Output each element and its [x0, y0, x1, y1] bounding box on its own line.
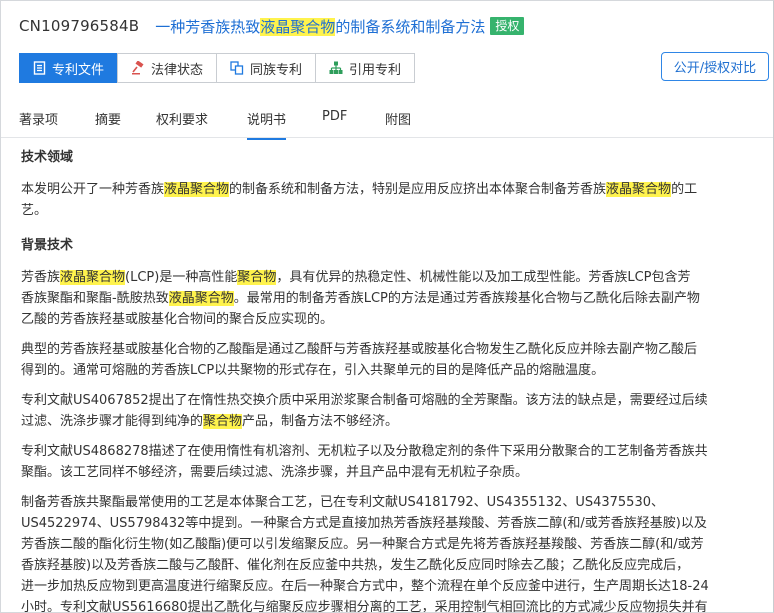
tab-abstract[interactable]: 摘要 — [95, 109, 121, 128]
text: 芳香族 — [21, 270, 61, 285]
tab-label: 引用专利 — [349, 62, 402, 78]
tab-description[interactable]: 说明书 — [247, 109, 287, 140]
tab-cited-patents[interactable]: 引用专利 — [315, 53, 416, 83]
patent-number: CN109796584B — [19, 17, 140, 35]
text: US4522974、US5798432等中提到。一种聚合方式是直接加热芳香族羟基… — [21, 516, 707, 531]
title-text: 的制备系统和制备方法 — [335, 17, 486, 36]
text: 制备芳香族共聚酯最常使用的工艺是本体聚合工艺，已在专利文献US4181792、U… — [21, 495, 664, 510]
text: 本发明公开了一种芳香族 — [21, 182, 165, 197]
document-icon — [33, 61, 46, 75]
highlight: 液晶聚合物 — [60, 270, 126, 285]
paragraph: 制备芳香族共聚酯最常使用的工艺是本体聚合工艺，已在专利文献US4181792、U… — [21, 492, 755, 613]
tab-family-patents[interactable]: 同族专利 — [216, 53, 317, 83]
text: 香族羟基胺)以及芳香族二酸与乙酸酐、催化剂在反应釜中共热，发生乙酰化反应同时除去… — [21, 558, 690, 573]
text: 香族聚酯和聚酯-酰胺热致 — [21, 291, 169, 306]
tab-patent-document[interactable]: 专利文件 — [19, 53, 119, 83]
tab-drawings[interactable]: 附图 — [385, 109, 411, 128]
text: 艺。 — [21, 203, 48, 218]
text: 典型的芳香族羟基或胺基化合物的乙酸酯是通过乙酸酐与芳香族羟基或胺基化合物发生乙酰… — [21, 342, 698, 357]
patent-title[interactable]: 一种芳香族热致液晶聚合物的制备系统和制备方法 — [155, 16, 485, 37]
patent-viewer: CN109796584B 一种芳香族热致液晶聚合物的制备系统和制备方法 授权 专… — [0, 0, 774, 613]
nav-tabs: 专利文件 法律状态 同族专利 引用专利 — [19, 53, 416, 83]
highlight: 液晶聚合物 — [168, 291, 234, 306]
text: 进一步加热反应物到更高温度进行缩聚反应。在后一种聚合方式中，整个流程在单个反应釜… — [21, 579, 709, 594]
text: 专利文献US4067852提出了在惰性热交换介质中采用淤浆聚合制备可熔融的全芳聚… — [21, 393, 708, 408]
text: 过滤、洗涤步骤才能得到纯净的 — [21, 414, 204, 429]
paragraph: 专利文献US4868278描述了在使用惰性有机溶剂、无机粒子以及分散稳定剂的条件… — [21, 441, 755, 483]
text: 的工 — [671, 182, 698, 197]
title-highlight: 液晶聚合物 — [260, 17, 336, 36]
tab-pdf[interactable]: PDF — [322, 109, 347, 124]
highlight: 聚合物 — [203, 414, 243, 429]
tab-bibliography[interactable]: 著录项 — [19, 109, 58, 128]
title-text: 一种芳香族热致 — [155, 17, 261, 36]
text: 产品，制备方法不够经济。 — [242, 414, 399, 429]
text: 的制备系统和制备方法，特别是应用反应挤出本体聚合制备芳香族 — [229, 182, 607, 197]
text: 专利文献US4868278描述了在使用惰性有机溶剂、无机粒子以及分散稳定剂的条件… — [21, 444, 708, 459]
section-heading: 技术领域 — [21, 150, 74, 165]
hierarchy-icon — [329, 61, 343, 74]
text: 小时。专利文献US5616680提出乙酰化与缩聚反应步骤相分离的工艺，采用控制气… — [21, 600, 708, 613]
compare-button[interactable]: 公开/授权对比 — [661, 52, 769, 81]
tab-label: 同族专利 — [250, 62, 303, 78]
highlight: 液晶聚合物 — [164, 182, 230, 197]
paragraph: 本发明公开了一种芳香族液晶聚合物的制备系统和制备方法，特别是应用反应挤出本体聚合… — [21, 179, 755, 221]
paragraph: 专利文献US4067852提出了在惰性热交换介质中采用淤浆聚合制备可熔融的全芳聚… — [21, 390, 755, 432]
highlight: 聚合物 — [237, 270, 277, 285]
patent-header: CN109796584B 一种芳香族热致液晶聚合物的制备系统和制备方法 授权 — [19, 15, 525, 37]
text: 。最常用的制备芳香族LCP的方法是通过芳香族羧基化合物与乙酰化后除去副产物 — [233, 291, 700, 306]
section-heading: 背景技术 — [21, 238, 74, 253]
status-badge: 授权 — [490, 17, 525, 35]
family-icon — [230, 61, 244, 75]
paragraph: 芳香族液晶聚合物(LCP)是一种高性能聚合物，具有优异的热稳定性、机械性能以及加… — [21, 267, 755, 330]
text: 得到的。通常可熔融的芳香族LCP以共聚物的形式存在，引入共聚单元的目的是降低产品… — [21, 363, 605, 378]
description-content: 技术领域 本发明公开了一种芳香族液晶聚合物的制备系统和制备方法，特别是应用反应挤… — [21, 147, 755, 613]
tab-claims[interactable]: 权利要求 — [156, 109, 208, 128]
tab-label: 专利文件 — [52, 62, 105, 78]
tab-label: 法律状态 — [151, 62, 204, 78]
tab-legal-status[interactable]: 法律状态 — [117, 53, 218, 83]
text: (LCP)是一种高性能 — [125, 270, 238, 285]
section-tabs: 著录项 摘要 权利要求 说明书 PDF 附图 — [1, 99, 773, 140]
paragraph: 典型的芳香族羟基或胺基化合物的乙酸酯是通过乙酸酐与芳香族羟基或胺基化合物发生乙酰… — [21, 339, 755, 381]
text: 乙酸的芳香族羟基或胺基化合物间的聚合反应实现的。 — [21, 312, 334, 327]
text: 芳香族二酸的酯化衍生物(如乙酸酯)便可以引发缩聚反应。另一种聚合方式是先将芳香族… — [21, 537, 704, 552]
highlight: 液晶聚合物 — [606, 182, 672, 197]
text: ，具有优异的热稳定性、机械性能以及加工成型性能。芳香族LCP包含芳 — [276, 270, 691, 285]
gavel-icon — [132, 61, 144, 75]
text: 聚酯。该工艺同样不够经济，需要后续过滤、洗涤步骤，并且产品中混有无机粒子杂质。 — [21, 465, 529, 480]
